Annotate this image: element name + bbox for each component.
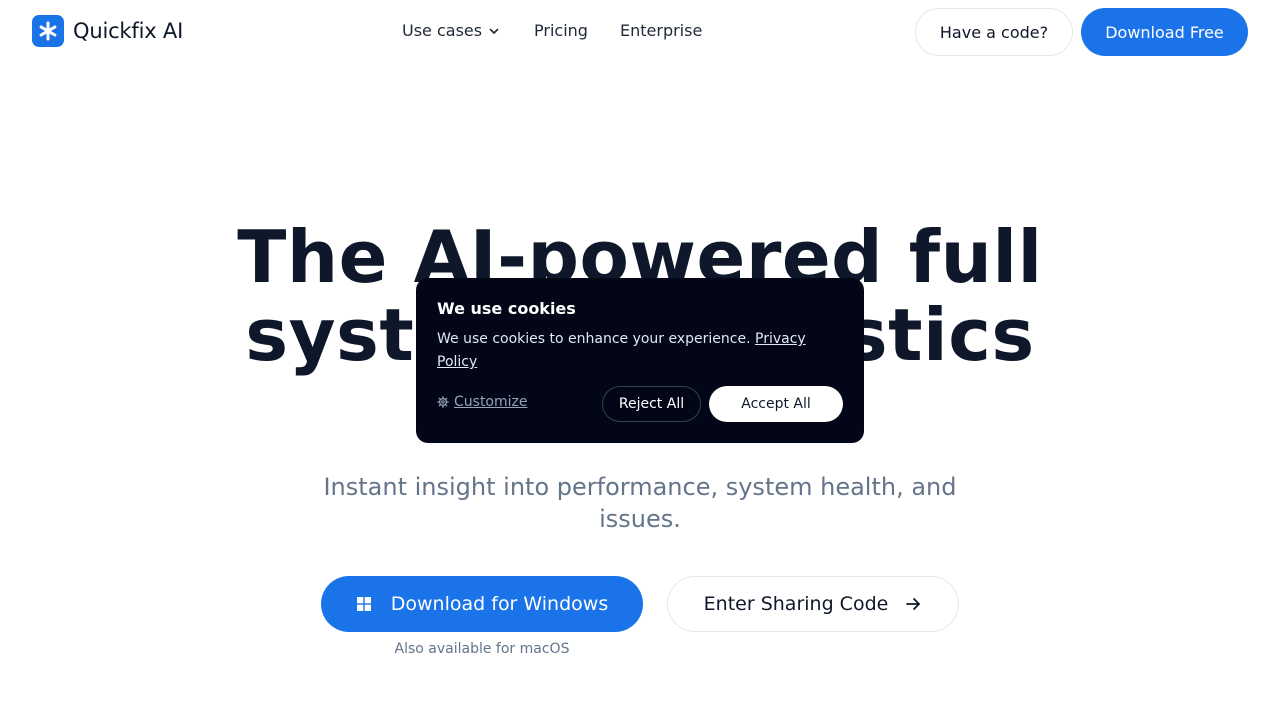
chevron-down-icon xyxy=(488,25,500,37)
cookie-banner: We use cookies We use cookies to enhance… xyxy=(416,278,864,443)
accept-all-button[interactable]: Accept All xyxy=(709,386,843,422)
cookie-title: We use cookies xyxy=(437,299,576,318)
brand-logo-link[interactable]: Quickfix AI xyxy=(32,15,183,47)
reject-all-button[interactable]: Reject All xyxy=(602,386,701,422)
brand-name: Quickfix AI xyxy=(73,19,184,43)
nav-use-cases[interactable]: Use cases xyxy=(402,21,500,40)
nav-enterprise[interactable]: Enterprise xyxy=(620,21,702,40)
nav-use-cases-label: Use cases xyxy=(402,21,483,40)
customize-link[interactable]: Customize xyxy=(437,394,528,410)
download-windows-button[interactable]: Download for Windows xyxy=(321,576,643,632)
gear-icon xyxy=(437,396,449,408)
nav-pricing[interactable]: Pricing xyxy=(534,21,588,40)
have-a-code-button[interactable]: Have a code? xyxy=(915,8,1073,56)
nav-pricing-label: Pricing xyxy=(534,21,588,40)
nav-enterprise-label: Enterprise xyxy=(620,21,703,40)
enter-sharing-code-button[interactable]: Enter Sharing Code xyxy=(667,576,959,632)
asterisk-icon xyxy=(32,15,64,47)
cookie-text: We use cookies to enhance your experienc… xyxy=(437,328,847,374)
download-free-button[interactable]: Download Free xyxy=(1081,8,1248,56)
download-windows-label: Download for Windows xyxy=(390,593,609,615)
cookie-message: We use cookies to enhance your experienc… xyxy=(437,331,751,347)
arrow-right-icon xyxy=(904,595,922,613)
platform-note: Also available for macOS xyxy=(394,641,570,657)
hero-subtitle: Instant insight into performance, system… xyxy=(323,473,957,533)
customize-label: Customize xyxy=(454,394,528,410)
windows-icon xyxy=(356,596,372,612)
enter-sharing-code-label: Enter Sharing Code xyxy=(703,593,889,615)
site-header: Quickfix AI Use cases Pricing Enterprise… xyxy=(0,0,1280,64)
